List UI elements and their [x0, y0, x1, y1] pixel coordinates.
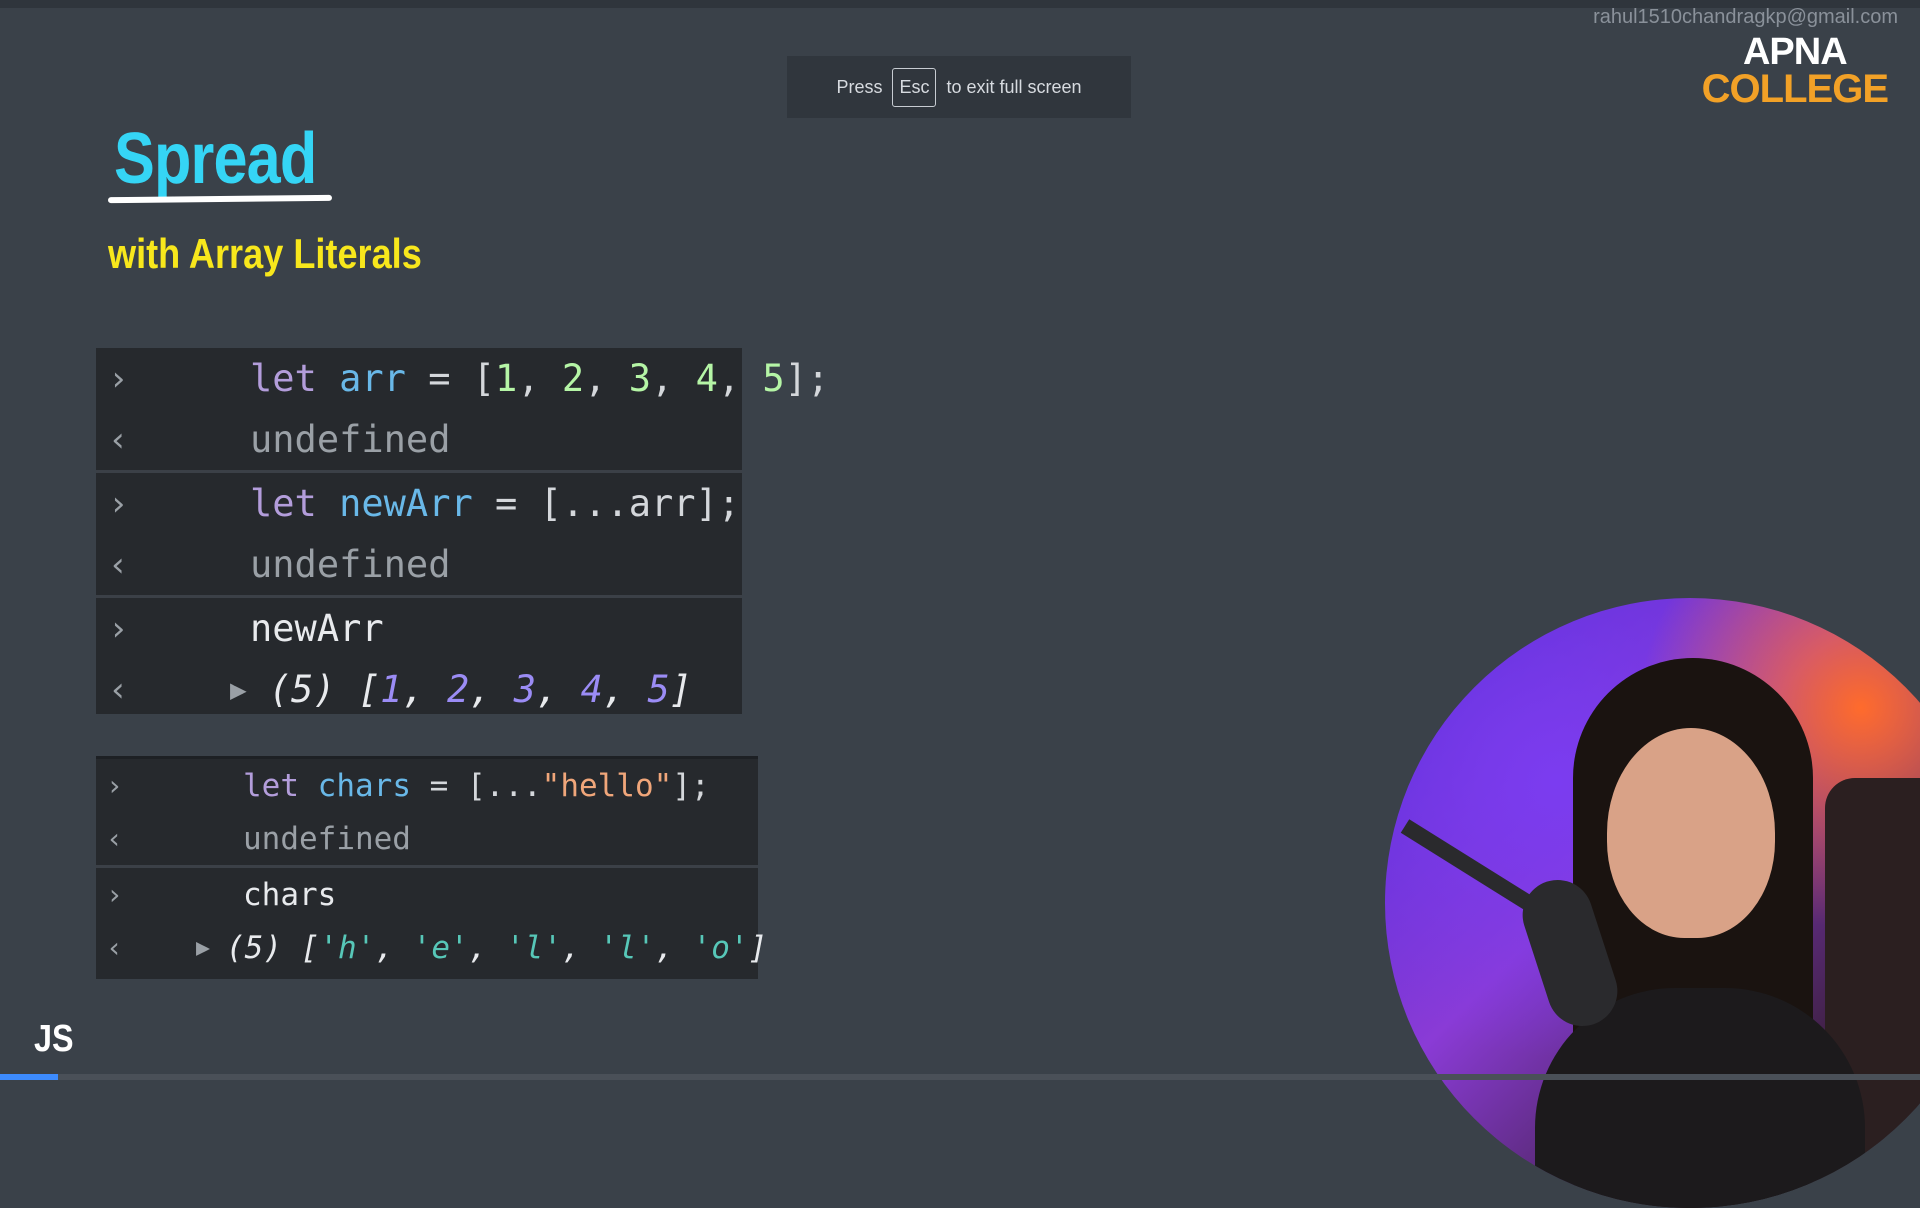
- apna-college-logo: APNA COLLEGE: [1701, 31, 1889, 112]
- console-panel-string: › let chars = [... "hello"]; ‹ undefined …: [96, 756, 767, 979]
- punctuation: ,: [655, 929, 693, 966]
- array-value: 2: [446, 668, 470, 711]
- fullscreen-exit-toast: Press Esc to exit full screen: [787, 56, 1131, 118]
- string-literal: "hello": [541, 767, 673, 804]
- number-literal: 1: [495, 357, 518, 400]
- punctuation: ];: [784, 357, 830, 400]
- toast-text-after: to exit full screen: [946, 76, 1082, 97]
- punctuation: ,: [375, 929, 413, 966]
- expression: chars: [243, 876, 337, 913]
- punctuation: ,: [651, 357, 696, 400]
- number-literal: 3: [628, 357, 652, 400]
- expand-triangle-icon[interactable]: ▶: [196, 934, 210, 961]
- console-entry-inspect-chars: › chars ‹ ▶ (5) ['h', 'e', 'l', 'l', 'o'…: [96, 868, 767, 974]
- console-output-line: ‹ ▶ (5) ['h', 'e', 'l', 'l', 'o']: [96, 921, 767, 974]
- output-value: undefined: [250, 418, 451, 461]
- variable-name: chars: [317, 767, 411, 804]
- console-input-line: › newArr: [96, 598, 742, 659]
- console-entry-arr: › let arr = [1, 2, 3, 4, 5]; ‹ undefined: [96, 348, 829, 473]
- video-progress-fill: [0, 1074, 58, 1080]
- output-value: undefined: [243, 820, 411, 857]
- punctuation: [: [300, 929, 320, 966]
- number-literal: 4: [695, 357, 718, 400]
- console-output-line: ‹ undefined: [96, 812, 758, 865]
- js-badge: JS: [34, 1018, 74, 1060]
- output-arrow-icon: ‹: [108, 544, 129, 585]
- array-value: 'h': [319, 929, 376, 966]
- punctuation: ]: [669, 668, 693, 711]
- console-input-line: › let arr = [1, 2, 3, 4, 5];: [96, 348, 829, 409]
- console-input-line: › let chars = [... "hello"];: [96, 759, 758, 812]
- array-value: 1: [380, 668, 403, 711]
- expand-triangle-icon[interactable]: ▶: [230, 673, 247, 706]
- array-length: (5): [226, 929, 301, 966]
- array-value: 'l': [505, 929, 562, 966]
- output-arrow-icon: ‹: [106, 822, 123, 855]
- console-panel-array: › let arr = [1, 2, 3, 4, 5]; ‹ undefined…: [96, 348, 829, 714]
- keyword-let: let: [243, 767, 299, 804]
- punctuation: ];: [672, 767, 710, 804]
- array-value: 'e': [412, 929, 469, 966]
- punctuation: ,: [561, 929, 600, 966]
- console-output-line: ‹ undefined: [96, 409, 742, 470]
- title-underline: [107, 194, 333, 204]
- console-input-line: › let newArr = [...arr];: [96, 473, 742, 534]
- punctuation: ,: [584, 357, 629, 400]
- variable-name: arr: [339, 357, 406, 400]
- keyword-let: let: [250, 357, 317, 400]
- array-value: 'o': [692, 929, 749, 966]
- punctuation: ]: [748, 929, 768, 966]
- console-output-line: ‹ ▶ (5) [1, 2, 3, 4, 5]: [96, 659, 742, 720]
- esc-key-hint: Esc: [892, 67, 937, 107]
- console-entry-chars: › let chars = [... "hello"]; ‹ undefined: [96, 759, 758, 868]
- presenter-face: [1607, 728, 1775, 938]
- number-literal: 5: [762, 357, 785, 400]
- punctuation: ,: [536, 668, 581, 711]
- variable-name: newArr: [339, 482, 473, 525]
- array-value: 'l': [599, 929, 656, 966]
- punctuation: = [...arr];: [472, 482, 741, 525]
- array-length: (5): [268, 668, 358, 711]
- punctuation: ,: [469, 668, 514, 711]
- array-value: 3: [513, 668, 537, 711]
- keyword-let: let: [250, 482, 317, 525]
- console-entry-inspect: › newArr ‹ ▶ (5) [1, 2, 3, 4, 5]: [96, 598, 742, 720]
- console-entry-newarr: › let newArr = [...arr]; ‹ undefined: [96, 473, 742, 598]
- output-arrow-icon: ‹: [108, 669, 129, 710]
- slide-subtitle: with Array Literals: [108, 230, 422, 277]
- punctuation: ,: [602, 668, 648, 711]
- slide-title: Spread: [114, 119, 317, 199]
- video-progress-bar[interactable]: [0, 1074, 1920, 1080]
- number-literal: 2: [561, 357, 585, 400]
- array-value: 5: [647, 668, 670, 711]
- input-chevron-icon: ›: [106, 769, 123, 802]
- watermark-email: rahul1510chandragkp@gmail.com: [1593, 6, 1898, 28]
- punctuation: = [: [405, 357, 496, 400]
- logo-line-1: APNA: [1742, 31, 1848, 73]
- output-value: undefined: [250, 543, 451, 586]
- array-value: 4: [580, 668, 603, 711]
- punctuation: ,: [468, 929, 506, 966]
- punctuation: ,: [517, 357, 562, 400]
- console-output-line: ‹ undefined: [96, 534, 742, 595]
- output-arrow-icon: ‹: [106, 931, 123, 964]
- punctuation: = [...: [411, 767, 542, 804]
- punctuation: ,: [402, 668, 447, 711]
- presenter-webcam: [1385, 598, 1920, 1208]
- input-chevron-icon: ›: [108, 608, 129, 649]
- output-arrow-icon: ‹: [108, 419, 129, 460]
- punctuation: [: [357, 668, 381, 711]
- input-chevron-icon: ›: [108, 358, 129, 399]
- console-input-line: › chars: [96, 868, 758, 921]
- input-chevron-icon: ›: [106, 878, 123, 911]
- punctuation: ,: [717, 357, 763, 400]
- input-chevron-icon: ›: [108, 483, 129, 524]
- toast-text-before: Press: [836, 76, 883, 97]
- logo-line-2: COLLEGE: [1701, 67, 1889, 112]
- expression: newArr: [250, 607, 384, 650]
